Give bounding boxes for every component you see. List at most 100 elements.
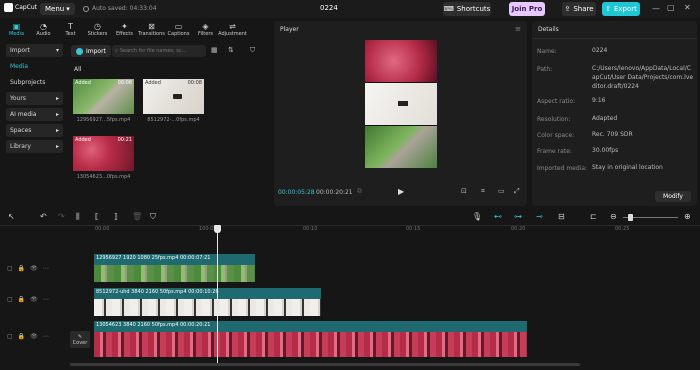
tab-audio[interactable]: ◔ Audio (30, 18, 57, 40)
select-cursor-icon[interactable]: ↖ (8, 212, 15, 221)
split-right-icon[interactable]: ⟧ (114, 212, 118, 221)
shield-icon[interactable]: ⛉ (150, 212, 156, 222)
redo-icon[interactable]: ↷ (58, 212, 65, 221)
chevron-right-icon: ▸ (55, 95, 59, 102)
tab-adjustment[interactable]: ⇌ Adjustment (218, 18, 247, 40)
import-button[interactable]: Import (71, 45, 111, 57)
join-pro-button[interactable]: Join Pro (509, 2, 545, 16)
tab-stickers[interactable]: ◷ Stickers (84, 18, 111, 40)
zoom-out-icon[interactable]: ⊖ (610, 212, 617, 221)
grid-view-icon[interactable]: ▦ (211, 46, 218, 54)
shortcuts-button[interactable]: ⌨ Shortcuts (443, 2, 491, 16)
split-icon[interactable]: ⫼ (76, 212, 80, 222)
timecode-icon[interactable]: ⧉ (357, 187, 362, 196)
player-title: Player (280, 26, 299, 33)
eye-icon[interactable]: 👁 (30, 265, 38, 272)
fullscreen-icon[interactable]: ⤢ (514, 187, 520, 196)
main-track-magnet-icon[interactable]: ⊷ (494, 212, 502, 221)
close-icon[interactable]: ✕ (684, 3, 691, 12)
details-panel: Details Name: 0224 Path: C:/Users/lenovo… (532, 21, 697, 206)
tab-transitions[interactable]: ⊠ Transitions (138, 18, 165, 40)
split-left-icon[interactable]: ⟦ (95, 212, 99, 221)
timeline-clip[interactable]: 8512972-uhd 3840 2160 50fps.mp4 00:00:10… (94, 288, 321, 316)
lock-icon[interactable]: 🔒 (18, 265, 25, 272)
preview-white (365, 83, 437, 126)
share-button[interactable]: ⇪ Share (562, 2, 596, 16)
stickers-icon: ◷ (94, 21, 101, 31)
media-area: Import ⌕ Search for file names, sc... ▦ ⇅… (68, 44, 267, 206)
playhead-handle[interactable] (214, 225, 221, 233)
all-filter-label: All (74, 66, 82, 73)
sidebar-item-library[interactable]: Library ▸ (6, 140, 63, 153)
track-type-icon[interactable]: ▢ (7, 265, 13, 272)
tab-filters[interactable]: ◈ Filters (192, 18, 219, 40)
tab-captions[interactable]: ▭ Captions (165, 18, 192, 40)
tool-tabs: ▣ Media ◔ Audio T Text ◷ Stickers ✦ Effects ⊠… (3, 18, 269, 40)
play-icon[interactable]: ▶ (398, 187, 404, 196)
track-type-icon[interactable]: ▢ (7, 296, 13, 303)
sidebar-item-spaces[interactable]: Spaces ▸ (6, 124, 63, 137)
search-icon: ⌕ (115, 48, 118, 54)
media-icon: ▣ (12, 21, 21, 31)
fit-icon[interactable]: ⊡ (461, 187, 467, 195)
chevron-down-icon: ▾ (66, 5, 70, 13)
export-button[interactable]: ⇧ Export (602, 2, 640, 16)
minimize-icon[interactable]: — (652, 4, 660, 13)
zoom-in-icon[interactable]: ⊕ (684, 212, 691, 221)
cover-button[interactable]: ✎ Cover (70, 331, 90, 348)
undo-icon[interactable]: ↶ (40, 212, 47, 221)
tab-effects[interactable]: ✦ Effects (111, 18, 138, 40)
tab-media[interactable]: ▣ Media (3, 18, 30, 40)
clip-thumbnail: Added 00:21 (73, 136, 134, 171)
phone-shape (173, 94, 182, 99)
maximize-icon[interactable]: ▢ (667, 3, 675, 12)
timeline-clip[interactable]: 13054623 3840 2160 50fps.mp4 00:00:20:21 (94, 321, 527, 357)
sidebar-item-yours[interactable]: Yours ▸ (6, 92, 63, 105)
modify-button[interactable]: Modify (655, 191, 691, 202)
sidebar-item-ai-media[interactable]: AI media ▸ (6, 108, 63, 121)
track-controls: ▢ 🔒 👁 ⋯ (7, 265, 49, 272)
zoom-slider-handle[interactable] (628, 214, 633, 221)
tab-text[interactable]: T Text (57, 18, 84, 40)
divider (532, 38, 697, 39)
sidebar-item-import[interactable]: Import ▾ (6, 44, 63, 57)
lock-icon[interactable]: 🔒 (18, 333, 25, 340)
zoom-to-fit-icon[interactable]: ⊏ (590, 212, 597, 221)
more-icon[interactable]: ⋯ (43, 296, 49, 303)
transitions-icon: ⊠ (148, 21, 155, 31)
delete-icon[interactable]: 🗑 (132, 212, 142, 221)
linkage-icon[interactable]: ⊸ (536, 212, 543, 221)
timeline-ruler[interactable]: 00:00 100:05 00:10 00:15 00:20 00:25 (93, 225, 700, 235)
lock-icon[interactable]: 🔒 (18, 296, 25, 303)
clip-filmstrip (94, 265, 255, 282)
focus-icon[interactable]: ⌗ (481, 187, 485, 196)
eye-icon[interactable]: 👁 (30, 296, 38, 303)
menu-button[interactable]: Menu ▾ (40, 3, 75, 15)
media-sidebar: Import ▾ Media Subprojects Yours ▸ AI medi… (6, 44, 63, 156)
timeline-clip[interactable]: 12956927 1920 1080 25fps.mp4 00:00:07:21 (94, 254, 255, 282)
media-clip[interactable]: Added 00:08 8512972-...0fps.mp4 (143, 79, 204, 123)
player-menu-icon[interactable]: ≡ (515, 25, 521, 33)
filter-icon[interactable]: ⛉ (250, 46, 255, 55)
track-type-icon[interactable]: ▢ (7, 333, 13, 340)
media-search-input[interactable]: ⌕ Search for file names, sc... (112, 45, 206, 57)
more-icon[interactable]: ⋯ (43, 265, 49, 272)
sort-icon[interactable]: ⇅ (228, 46, 234, 54)
keyboard-icon: ⌨ (443, 5, 454, 13)
more-icon[interactable]: ⋯ (43, 333, 49, 340)
microphone-icon[interactable]: 🎙 (472, 212, 482, 221)
preview-axis-icon[interactable]: ⊟ (558, 212, 565, 221)
media-clip[interactable]: Added 00:21 13054623...0fps.mp4 (73, 136, 134, 180)
playhead[interactable] (217, 225, 218, 363)
sidebar-item-subprojects[interactable]: Subprojects (6, 76, 63, 89)
ratio-icon[interactable]: ▭ (498, 187, 505, 195)
horizontal-scrollbar[interactable] (70, 363, 580, 366)
clip-filmstrip (94, 332, 527, 357)
auto-snap-icon[interactable]: ⊶ (514, 212, 522, 221)
eye-icon[interactable]: 👁 (30, 333, 38, 340)
media-clip[interactable]: Added 00:08 12956927...5fps.mp4 (73, 79, 134, 123)
clip-thumbnail: Added 00:08 (143, 79, 204, 114)
sidebar-item-media[interactable]: Media (6, 60, 63, 73)
player-preview[interactable] (365, 40, 437, 168)
chevron-right-icon: ▸ (55, 127, 59, 134)
